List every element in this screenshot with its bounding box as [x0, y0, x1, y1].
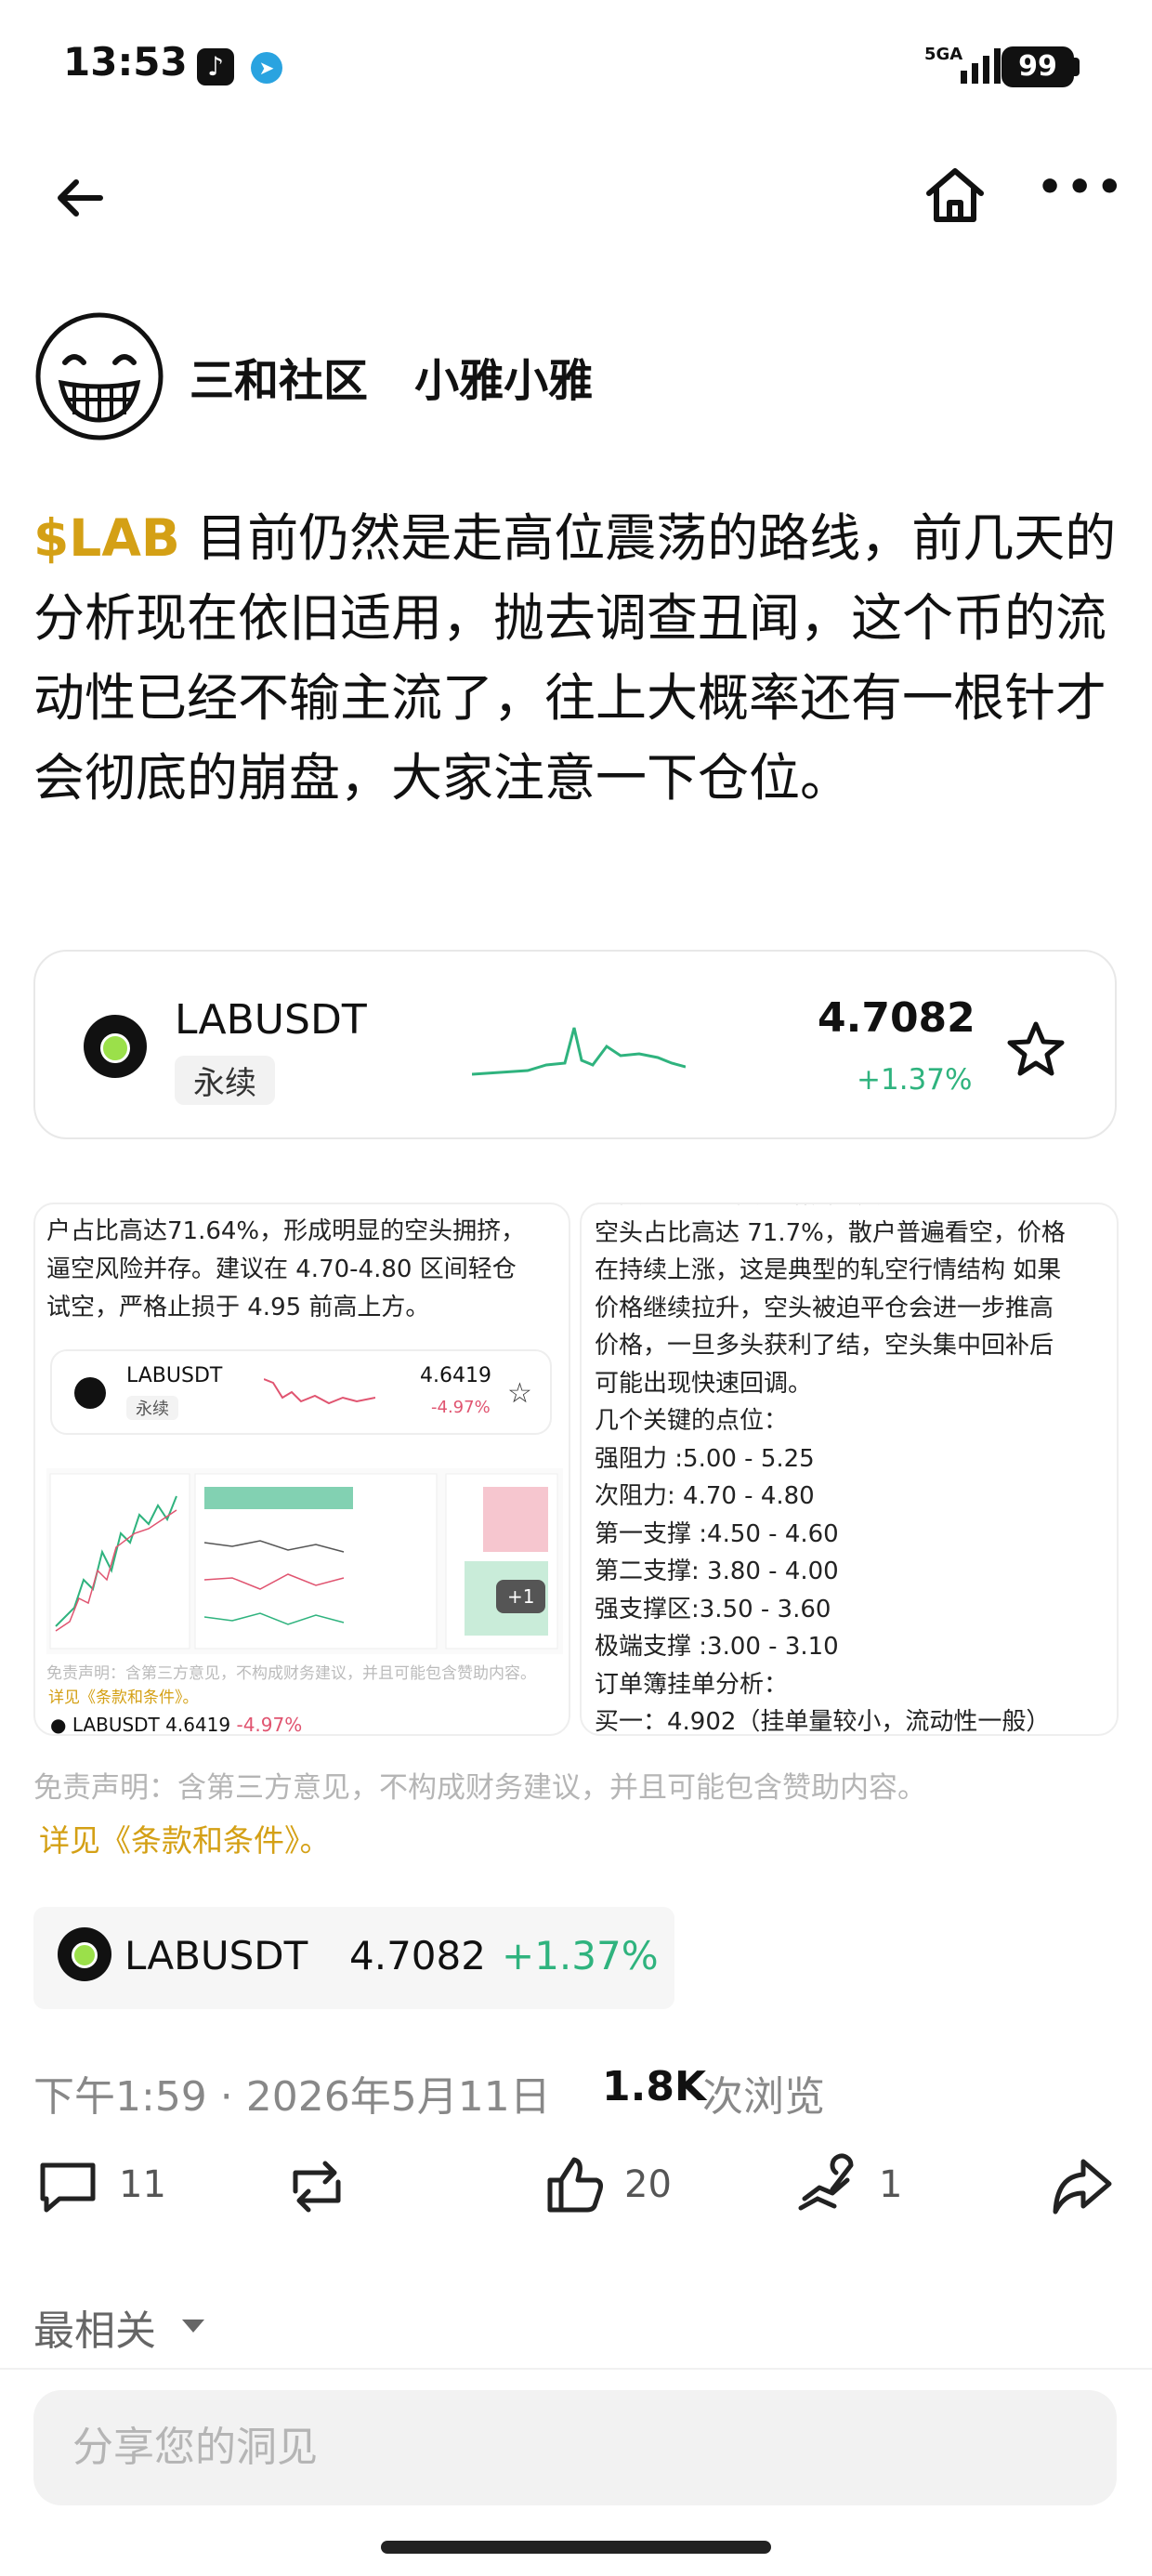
mini-ticker-card: LABUSDT 永续 4.6419 -4.97% ☆: [50, 1349, 552, 1435]
image-left-ticker: ● LABUSDT 4.6419 -4.97%: [50, 1714, 303, 1736]
mini-ticker-price: 4.6419: [420, 1364, 491, 1387]
trading-charts-thumbnail: [46, 1468, 563, 1654]
tip-count: 1: [879, 2163, 903, 2206]
cashtag-link[interactable]: $LAB: [33, 508, 180, 568]
home-icon[interactable]: [920, 160, 990, 230]
more-options-icon[interactable]: •••: [1037, 167, 1122, 217]
tiktok-icon: ♪: [197, 48, 234, 85]
image-left-line: 试空，严格止损于 4.95 前高上方。: [46, 1294, 430, 1321]
battery-tip: [1074, 58, 1080, 76]
post-timestamp: 下午1:59 · 2026年5月11日: [33, 2073, 551, 2121]
image-left-ticker-price: 4.6419: [165, 1714, 231, 1736]
image-right-line: 在持续上涨，这是典型的轧空行情结构 如果: [595, 1256, 1062, 1284]
mini-ticker-symbol: LABUSDT: [126, 1364, 223, 1387]
image-right-line: 订单簿挂单分析：: [595, 1670, 789, 1699]
image-left-line: 市面存在强烈回购需求，但合约市场主要账: [46, 1204, 567, 1213]
comment-count: 11: [119, 2163, 166, 2206]
tip-icon[interactable]: [795, 2152, 860, 2217]
image-left-terms: 详见《条款和条件》。: [48, 1689, 199, 1707]
like-count: 20: [624, 2163, 672, 2206]
community-name: 三和社区: [190, 355, 369, 407]
ticker-change: +1.37%: [857, 1063, 973, 1097]
token-logo-icon: [58, 1927, 111, 1981]
comment-icon[interactable]: [35, 2154, 100, 2219]
image-right-line: 价格，一旦多头获利了结，空头集中回补后: [595, 1332, 1054, 1360]
post-image-right[interactable]: 头卖比 1.14 买盘略强于卖盘。 空头占比高达 71.7%，散户普遍看空，价格…: [580, 1203, 1119, 1736]
home-indicator[interactable]: [381, 2541, 771, 2554]
battery-indicator: 99: [1001, 46, 1074, 87]
image-left-text: 市面存在强烈回购需求，但合约市场主要账 户占比高达71.64%，形成明显的空头拥…: [46, 1204, 567, 1327]
image-right-line: 第二支撑: 3.80 - 4.00: [595, 1557, 839, 1585]
image-left-ticker-symbol: LABUSDT: [72, 1714, 160, 1736]
image-right-line: 次阻力: 4.70 - 4.80: [595, 1482, 815, 1510]
author-name: 小雅小雅: [414, 355, 594, 407]
image-right-line: 价格继续拉升，空头被迫平仓会进一步推高: [595, 1294, 1054, 1322]
image-left-line: 逼空风险并存。建议在 4.70-4.80 区间轻仓: [46, 1255, 517, 1283]
post-text: 目前仍然是走高位震荡的路线，前几天的分析现在依旧适用，抛去调查丑闻，这个币的流动…: [33, 508, 1117, 808]
image-right-line: 极端支撑 :3.00 - 3.10: [595, 1633, 839, 1661]
mini-star-icon: ☆: [507, 1377, 532, 1410]
image-right-line: 第一支撑 :4.50 - 4.60: [595, 1519, 839, 1548]
ticker-symbol: LABUSDT: [175, 996, 367, 1044]
image-right-line: 头卖比 1.14 买盘略强于卖盘。: [595, 1204, 1115, 1215]
image-right-line: 几个关键的点位：: [595, 1407, 789, 1435]
sort-dropdown[interactable]: 最相关: [33, 2297, 156, 2357]
status-time: 13:53: [63, 39, 188, 85]
mini-token-logo-icon: [74, 1377, 106, 1409]
repost-icon[interactable]: [284, 2154, 349, 2219]
comment-input[interactable]: 分享您的洞见: [33, 2390, 1117, 2505]
image-left-ticker-change: -4.97%: [236, 1714, 303, 1736]
telegram-icon: ➤: [251, 52, 282, 84]
star-favorite-icon[interactable]: [1003, 1017, 1068, 1082]
terms-link[interactable]: 详见《条款和条件》。: [39, 1816, 331, 1860]
image-right-text: 头卖比 1.14 买盘略强于卖盘。 空头占比高达 71.7%，散户普遍看空，价格…: [595, 1204, 1115, 1736]
divider: [0, 2368, 1152, 2370]
ticker-pill-symbol: LABUSDT: [124, 1933, 308, 1978]
back-arrow-icon[interactable]: [48, 165, 113, 230]
image-right-line: 可能出现快速回调。: [595, 1369, 813, 1398]
image-right-line: 强支撑区:3.50 - 3.60: [595, 1595, 831, 1623]
mini-ticker-change: -4.97%: [431, 1398, 491, 1417]
mini-perpetual-badge: 永续: [126, 1396, 178, 1420]
author-line[interactable]: 三和社区 小雅小雅: [190, 344, 593, 409]
image-left-disclaimer: 免责声明：含第三方意见，不构成财务建议，并且可能包含赞助内容。: [46, 1664, 536, 1683]
disclaimer-text: 免责声明：含第三方意见，不构成财务建议，并且可能包含赞助内容。: [33, 1771, 926, 1805]
more-images-badge[interactable]: +1: [496, 1580, 546, 1613]
price-sparkline: [472, 1027, 686, 1076]
like-icon[interactable]: [543, 2152, 608, 2217]
perpetual-badge: 永续: [175, 1056, 275, 1105]
view-count-label: 次浏览: [702, 2073, 825, 2121]
token-logo-icon: [84, 1015, 147, 1078]
ticker-price: 4.7082: [818, 994, 975, 1042]
image-right-line: 强阻力 :5.00 - 5.25: [595, 1444, 815, 1473]
view-count: 1.8K: [602, 2063, 707, 2110]
mini-sparkline: [264, 1378, 375, 1405]
share-icon[interactable]: [1050, 2154, 1115, 2219]
image-left-line: 户占比高达71.64%，形成明显的空头拥挤，: [46, 1217, 526, 1245]
image-right-line: 买一：4.902（挂单量较小，流动性一般）: [595, 1708, 1051, 1736]
avatar[interactable]: [33, 310, 165, 442]
post-image-left[interactable]: 市面存在强烈回购需求，但合约市场主要账 户占比高达71.64%，形成明显的空头拥…: [33, 1203, 570, 1736]
ticker-pill-change: +1.37%: [502, 1933, 659, 1978]
post-body: $LAB 目前仍然是走高位震荡的路线，前几天的分析现在依旧适用，抛去调查丑闻，这…: [33, 498, 1120, 818]
chevron-down-icon[interactable]: [182, 2320, 204, 2333]
image-right-line: 空头占比高达 71.7%，散户普遍看空，价格: [595, 1218, 1066, 1247]
ticker-pill-price: 4.7082: [349, 1933, 486, 1978]
